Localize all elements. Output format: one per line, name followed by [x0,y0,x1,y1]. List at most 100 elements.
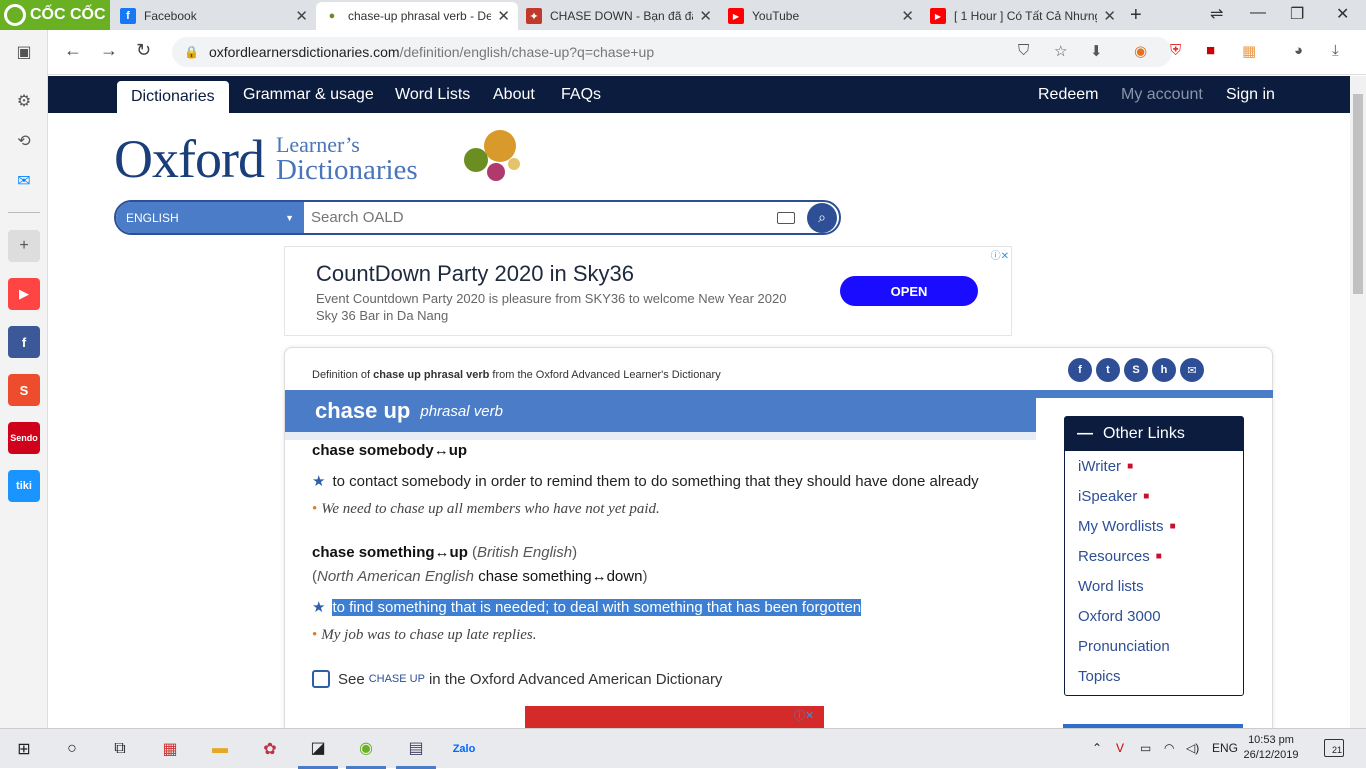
tab-facebook[interactable]: f Facebook ✕ [112,2,316,30]
nav-dictionaries[interactable]: Dictionaries [117,81,229,113]
unikey-icon[interactable]: V [1116,741,1124,755]
other-link-resources[interactable]: Resources ■ [1065,541,1243,571]
task-view-icon[interactable]: ⧉ [100,729,140,769]
nav-redeem[interactable]: Redeem [1038,76,1098,113]
oxford-3000-star-icon[interactable]: ★ [312,472,325,490]
extension-chrome-icon[interactable]: ◉ [1134,42,1147,60]
search-input[interactable] [304,202,777,233]
notification-center-icon[interactable]: 21 [1324,739,1344,757]
maximize-button[interactable]: ❐ [1290,4,1304,24]
other-links-header[interactable]: — Other Links [1065,417,1243,451]
tab-oxford[interactable]: ● chase-up phrasal verb - Def ✕ [316,2,518,30]
facebook-share-icon[interactable]: f [1068,358,1092,382]
extension-grid-icon[interactable]: ▦ [1242,42,1256,60]
download-page-icon[interactable]: ⬇ [1090,42,1103,60]
new-tab-button[interactable]: + [1130,4,1142,27]
forward-icon[interactable]: → [100,40,118,61]
shield-icon[interactable]: ⛉ [1018,42,1029,59]
tab-youtube[interactable]: ▶ YouTube ✕ [720,2,922,30]
app-taskbar-icon[interactable]: ▤ [396,729,436,769]
volume-icon[interactable]: ◁) [1186,741,1199,755]
minimize-button[interactable]: — [1250,4,1266,22]
see-also-link[interactable]: See CHASE UP in the Oxford Advanced Amer… [312,670,722,688]
other-link-ispeaker[interactable]: iSpeaker ■ [1065,481,1243,511]
bookmark-star-icon[interactable]: ☆ [1054,42,1067,60]
wifi-icon[interactable]: ◠ [1164,741,1174,755]
other-link-iwriter[interactable]: iWriter ■ [1065,451,1243,481]
history-icon[interactable]: ⟲ [8,125,40,157]
search-button[interactable]: ⌕ [807,202,837,233]
nav-about[interactable]: About [493,76,535,113]
close-icon[interactable]: ✕ [497,7,510,25]
tab-youtube-music[interactable]: ▶ [ 1 Hour ] Có Tất Cả Nhưng ✕ [922,2,1124,30]
stumbleupon-share-icon[interactable]: S [1124,358,1148,382]
email-share-icon[interactable]: ✉ [1180,358,1204,382]
keyboard-icon[interactable] [777,211,795,224]
lock-icon: ■ [1169,520,1176,532]
tray-chevron-icon[interactable]: ⌃ [1092,741,1102,755]
other-link-my-wordlists[interactable]: My Wordlists ■ [1065,511,1243,541]
ad-open-button[interactable]: OPEN [840,276,978,306]
reload-icon[interactable]: ↻ [136,40,151,61]
windows-start-icon[interactable]: ⊞ [4,729,44,769]
file-explorer-icon[interactable]: ▬ [200,729,240,769]
oxford-3000-star-icon[interactable]: ★ [312,598,325,616]
coccoc-taskbar-icon[interactable]: ◉ [346,729,386,769]
language-indicator[interactable]: ENG [1212,741,1238,755]
scrollbar-thumb[interactable] [1353,94,1363,294]
hi-share-icon[interactable]: h [1152,358,1176,382]
facebook-app-icon[interactable]: f [8,326,40,358]
sidebar-toggle-icon[interactable]: ▣ [8,36,40,68]
messenger-icon[interactable]: ✉ [8,165,40,197]
youtube-app-icon[interactable]: ▶ [8,278,40,310]
nav-sign-in[interactable]: Sign in [1226,76,1275,113]
close-icon[interactable]: ✕ [901,7,914,25]
nav-word-lists[interactable]: Word Lists [395,76,470,113]
sendo-app-icon[interactable]: Sendo [8,422,40,454]
nav-faqs[interactable]: FAQs [561,76,601,113]
ad-banner[interactable]: CountDown Party 2020 in Sky36 Event Coun… [284,246,1012,336]
app-store-icon[interactable]: ▦ [150,729,190,769]
ad-banner-bottom[interactable] [525,706,824,728]
downloads-icon[interactable]: ⤓ [1332,42,1339,59]
close-icon[interactable]: ✕ [1103,7,1116,25]
see-suffix: in the Oxford Advanced American Dictiona… [428,670,723,688]
search-circle-icon[interactable]: ○ [52,729,92,769]
ad-info-close-icon[interactable]: ⓘ✕ [991,247,1009,262]
extension-red-icon[interactable]: ■ [1206,42,1215,59]
language-select[interactable]: ENGLISH ▼ [116,202,304,233]
nav-my-account[interactable]: My account [1121,76,1203,113]
notes-app-icon[interactable]: ◪ [298,729,338,769]
social-share: f t S h ✉ [1068,358,1204,382]
other-link-word-lists[interactable]: Word lists [1065,571,1243,601]
tab-search-icon[interactable]: ⇌ [1210,4,1223,24]
tab-cambridge[interactable]: ✦ CHASE DOWN - Bạn đã đăn ✕ [518,2,720,30]
battery-icon[interactable]: ▭ [1140,741,1151,755]
close-icon[interactable]: ✕ [699,7,712,25]
other-link-topics[interactable]: Topics [1065,661,1243,691]
tiki-app-icon[interactable]: tiki [8,470,40,502]
other-link-oxford-3000[interactable]: Oxford 3000 [1065,601,1243,631]
page-scrollbar[interactable] [1350,76,1366,728]
other-link-pronunciation[interactable]: Pronunciation [1065,631,1243,661]
coccoc-menu-button[interactable]: CỐC CỐC [0,0,110,30]
back-icon[interactable]: ← [64,40,82,61]
sense2-phrase: chase something↔up (British English) [312,544,577,561]
twitter-share-icon[interactable]: t [1096,358,1120,382]
avatar[interactable]: ◕ [1294,42,1303,59]
settings-icon[interactable]: ⚙ [8,85,40,117]
see-word[interactable]: CHASE UP [369,673,425,685]
add-app-icon[interactable]: + [8,230,40,262]
clock[interactable]: 10:53 pm 26/12/2019 [1240,733,1302,763]
tab-title: chase-up phrasal verb - Def [348,9,492,23]
ad-title[interactable]: CountDown Party 2020 in Sky36 [316,261,634,287]
close-window-button[interactable]: ✕ [1336,4,1349,24]
ad-info-close-icon[interactable]: ⓘ✕ [794,707,814,723]
zalo-icon[interactable]: Zalo [444,729,484,769]
close-icon[interactable]: ✕ [295,7,308,25]
oxford-logo[interactable]: Oxford Learner’s Dictionaries [114,128,418,190]
nav-grammar-usage[interactable]: Grammar & usage [243,76,374,113]
extension-shield-icon[interactable]: ⛨ [1170,42,1181,59]
shopee-app-icon[interactable]: S [8,374,40,406]
paint-app-icon[interactable]: ✿ [250,729,290,769]
